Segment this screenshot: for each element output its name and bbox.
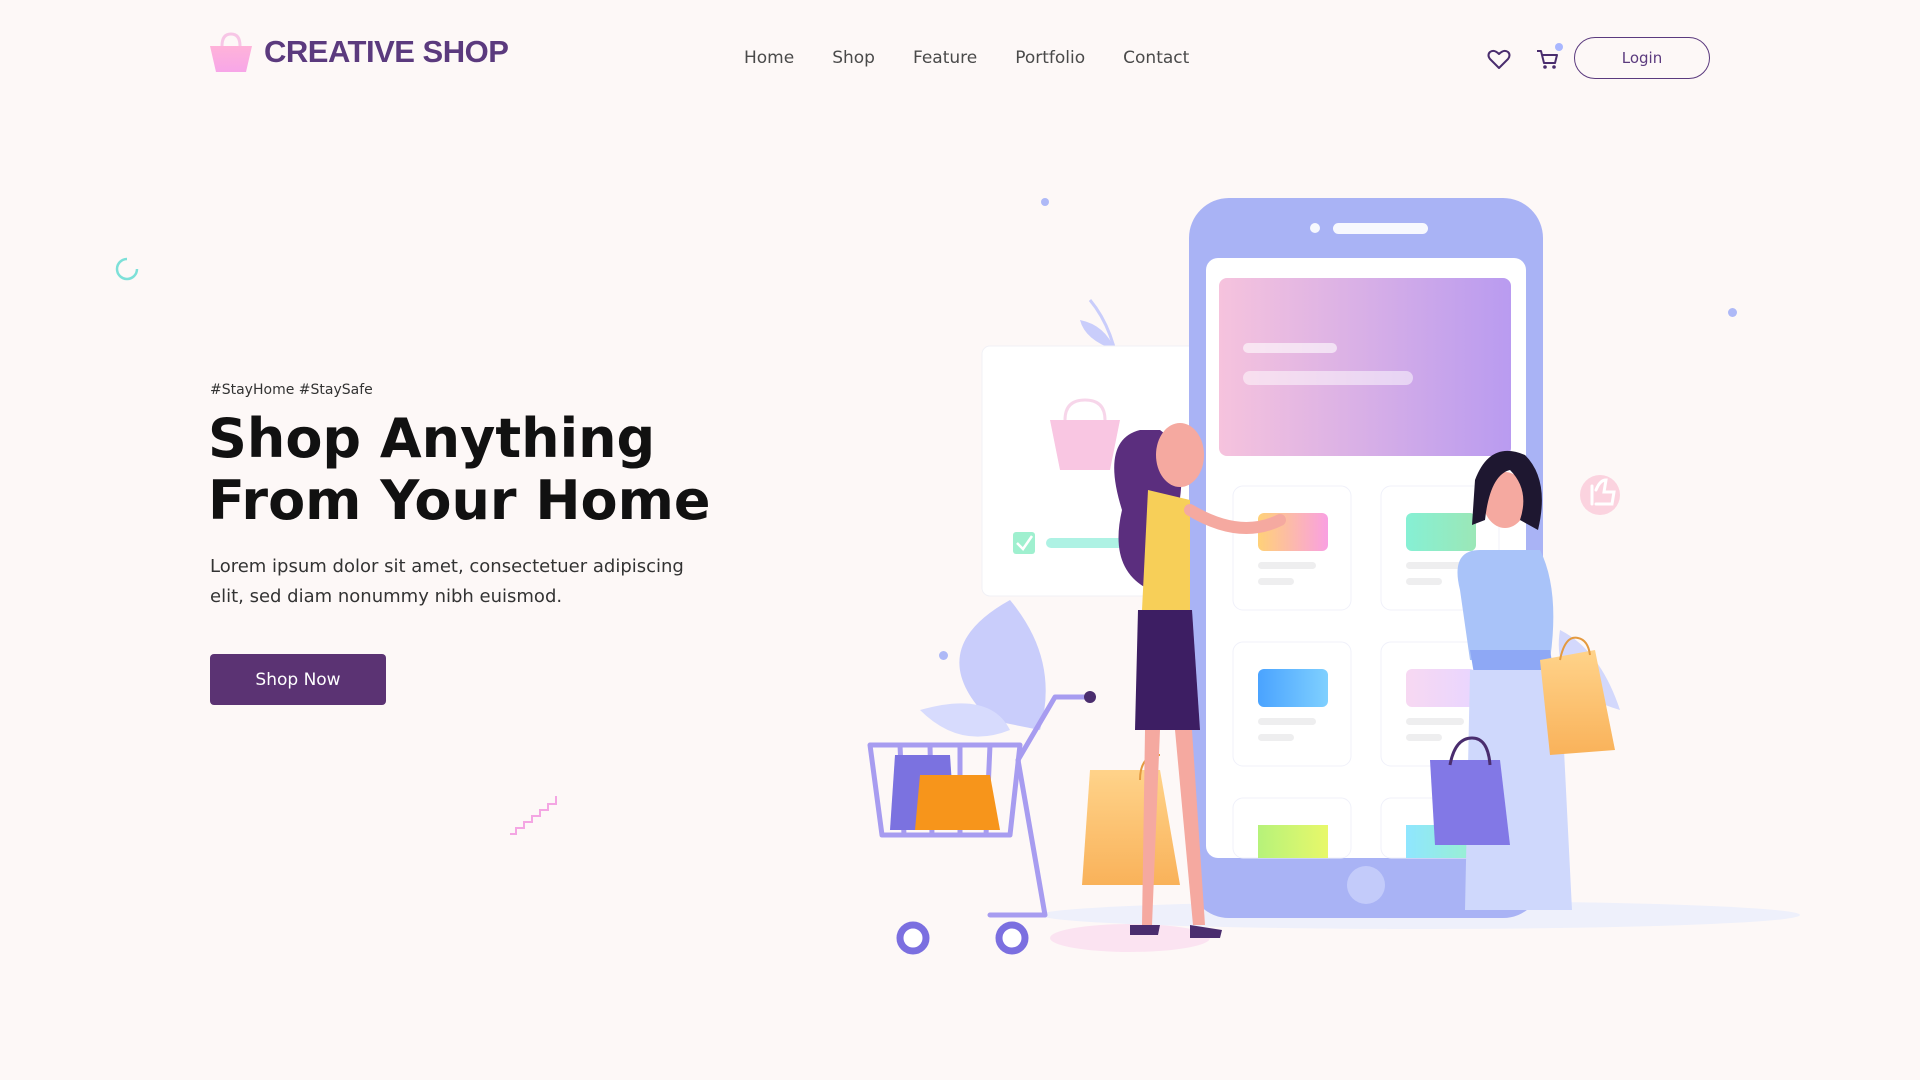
shopping-basket-icon	[210, 32, 252, 72]
nav-item-feature[interactable]: Feature	[913, 48, 977, 68]
loader-circle-icon	[115, 257, 139, 281]
main-nav: Home Shop Feature Portfolio Contact	[744, 48, 1189, 68]
cart-button[interactable]	[1534, 43, 1563, 72]
nav-item-home[interactable]: Home	[744, 48, 794, 68]
wishlist-button[interactable]	[1486, 46, 1512, 72]
nav-item-contact[interactable]: Contact	[1123, 48, 1189, 68]
brand-name: CREATIVE SHOP	[264, 34, 509, 69]
logo[interactable]: CREATIVE SHOP	[208, 28, 509, 76]
nav-item-portfolio[interactable]: Portfolio	[1015, 48, 1085, 68]
heart-icon	[1487, 49, 1511, 69]
header-icons	[1486, 43, 1563, 72]
hero-headline: Shop Anything From Your Home	[208, 407, 711, 532]
cart-badge	[1555, 43, 1563, 51]
zigzag-decoration	[510, 796, 557, 835]
login-button[interactable]: Login	[1574, 37, 1710, 79]
nav-item-shop[interactable]: Shop	[832, 48, 875, 68]
shop-now-button[interactable]: Shop Now	[210, 654, 386, 705]
hero-description: Lorem ipsum dolor sit amet, consectetuer…	[210, 556, 684, 607]
shopping-illustration	[867, 198, 1800, 955]
hero-tagline: #StayHome #StaySafe	[210, 382, 373, 398]
